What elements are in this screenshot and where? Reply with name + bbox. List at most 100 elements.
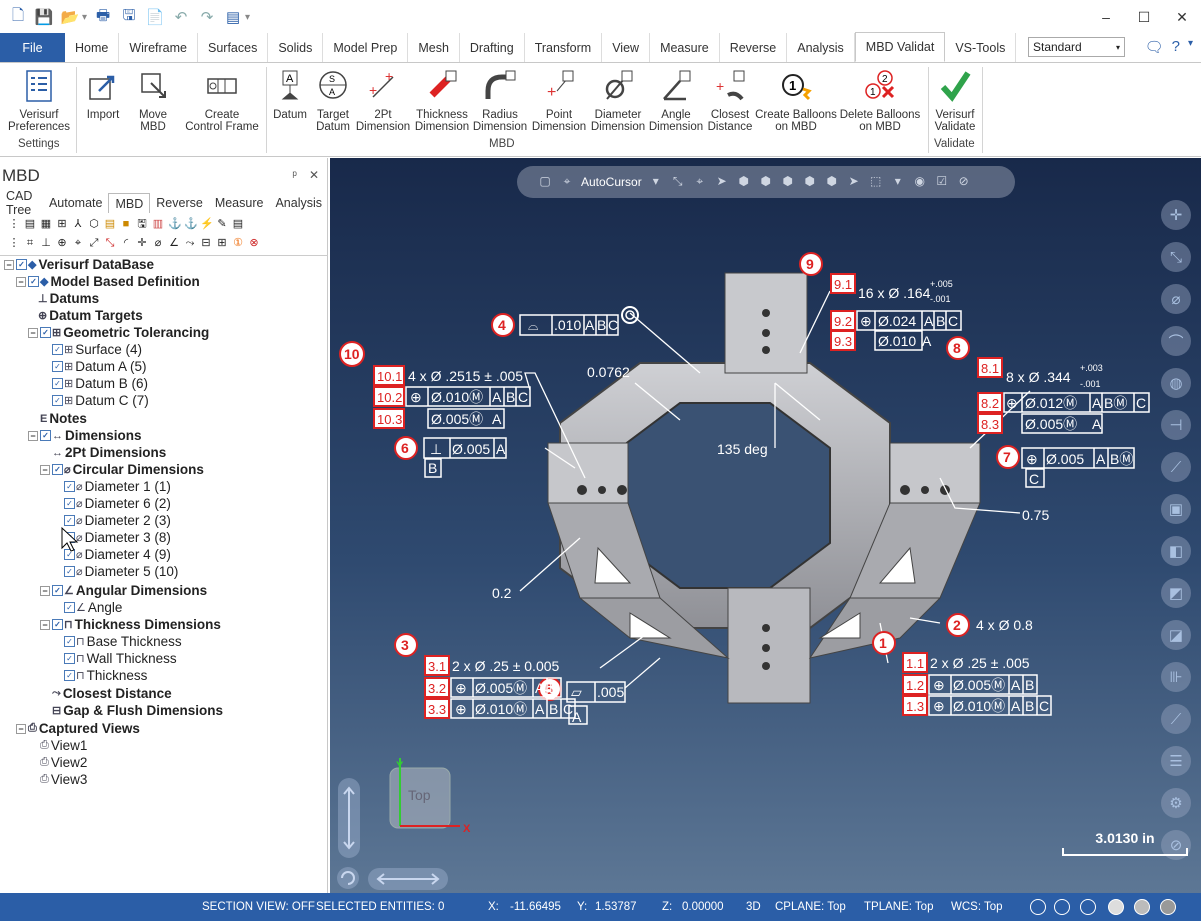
shaded-icon[interactable]: [1108, 899, 1124, 915]
tab-reverse[interactable]: Reverse: [720, 33, 788, 62]
angle-dimension-button[interactable]: Angle Dimension: [648, 67, 704, 133]
diameter-tool-icon[interactable]: ⌀: [1161, 284, 1191, 314]
gdt-icon[interactable]: ⌖: [72, 237, 84, 249]
grid-icon[interactable]: ▦: [40, 218, 52, 230]
chevron-down-icon[interactable]: ▾: [1188, 38, 1193, 56]
checkbox-icon[interactable]: ✓: [52, 361, 63, 372]
tab-vs-tools[interactable]: VS-Tools: [945, 33, 1017, 62]
tree-node-thickness[interactable]: ✓ ⊓ Thickness: [64, 667, 147, 684]
tree-node-2pt-dimensions[interactable]: ↔ 2Pt Dimensions: [52, 444, 166, 461]
balloon-2[interactable]: 2: [946, 613, 970, 637]
tab-drafting[interactable]: Drafting: [460, 33, 525, 62]
zoom-in-icon[interactable]: ✛: [1161, 200, 1191, 230]
verisurf-preferences-button[interactable]: Verisurf Preferences: [8, 67, 70, 133]
mode-status[interactable]: 3D: [746, 901, 761, 913]
layers-tool-icon[interactable]: ☰: [1161, 746, 1191, 776]
checkbox-icon[interactable]: ✓: [64, 498, 75, 509]
checkbox-icon[interactable]: ✓: [64, 515, 75, 526]
collapse-icon[interactable]: −: [40, 585, 50, 596]
save-icon[interactable]: 💾: [34, 7, 54, 27]
color-tool-icon[interactable]: ◩: [1161, 578, 1191, 608]
thickness-dimension-button[interactable]: Thickness Dimension: [413, 67, 471, 133]
wcs-status[interactable]: WCS: Top: [951, 901, 1003, 913]
section-view-status[interactable]: SECTION VIEW: OFF: [202, 901, 315, 913]
cplane-status[interactable]: CPLANE: Top: [775, 901, 846, 913]
dim-icon[interactable]: ⌗: [24, 237, 36, 249]
tree-node-view2[interactable]: ⎙ View2: [40, 754, 87, 771]
render-icon[interactable]: [1160, 899, 1176, 915]
tree-node-diameter-4[interactable]: ✓ ⌀ Diameter 4 (9): [64, 546, 171, 563]
axis-icon[interactable]: ⅄: [72, 218, 84, 230]
2pt-dimension-button[interactable]: + + 2Pt Dimension: [355, 67, 411, 133]
angle-icon[interactable]: ∠: [168, 237, 180, 249]
datum-icon[interactable]: ⊥: [40, 237, 52, 249]
tab-mbd[interactable]: MBD: [108, 193, 151, 213]
section-tool-icon[interactable]: ⊪: [1161, 662, 1191, 692]
tree-node-notes[interactable]: Ε Notes: [40, 410, 87, 427]
paint-tool-icon[interactable]: ◪: [1161, 620, 1191, 650]
doc-icon[interactable]: ▥: [152, 218, 164, 230]
import-button[interactable]: Import: [82, 67, 124, 121]
tree-node-circular-dimensions[interactable]: − ✓ ⌀ Circular Dimensions: [40, 461, 204, 478]
collapse-icon[interactable]: −: [16, 723, 26, 734]
tree-node-view1[interactable]: ⎙ View1: [40, 737, 87, 754]
tree-node-captured-views[interactable]: − ⎙ Captured Views: [16, 720, 140, 737]
checkbox-icon[interactable]: ✓: [52, 585, 63, 596]
dropdown-icon[interactable]: ▾: [82, 12, 87, 23]
tab-measure[interactable]: Measure: [209, 193, 270, 213]
tree-icon[interactable]: ⊞: [56, 218, 68, 230]
checkbox-icon[interactable]: ✓: [64, 566, 75, 577]
new-icon[interactable]: 🗋: [8, 7, 28, 27]
anchor-icon[interactable]: ⚓: [168, 218, 182, 230]
target-datum-button[interactable]: SA Target Datum: [312, 67, 354, 133]
tab-mbd-validate[interactable]: MBD Validat: [854, 32, 946, 62]
point-icon[interactable]: ✛: [136, 237, 148, 249]
sphere-wire-icon[interactable]: [1054, 899, 1070, 915]
pin-icon[interactable]: ᵖ: [292, 168, 297, 182]
tab-automate[interactable]: Automate: [43, 193, 109, 213]
tree-node-diameter-2[interactable]: ✓ ⌀ Diameter 2 (3): [64, 512, 171, 529]
redo-icon[interactable]: ↷: [197, 7, 217, 27]
tree-node-mbd[interactable]: − ✓ ◆ Model Based Definition: [16, 273, 200, 290]
tree-node-datum-targets[interactable]: ⊕ Datum Targets: [38, 307, 143, 324]
tree-node-database[interactable]: − ✓ ◆ Verisurf DataBase: [4, 256, 154, 273]
move-mbd-button[interactable]: Move MBD: [132, 67, 174, 133]
tab-surfaces[interactable]: Surfaces: [198, 33, 269, 62]
frame-icon[interactable]: ⊟: [200, 237, 212, 249]
solid-tool-icon[interactable]: ◧: [1161, 536, 1191, 566]
tree-node-wall-thickness[interactable]: ✓ ⊓ Wall Thickness: [64, 650, 177, 667]
balloon-3[interactable]: 3: [394, 633, 418, 657]
tab-solids[interactable]: Solids: [268, 33, 324, 62]
tree-node-diameter-1[interactable]: ✓ ⌀ Diameter 1 (1): [64, 478, 171, 495]
tab-model-prep[interactable]: Model Prep: [323, 33, 409, 62]
save-as-icon[interactable]: 🖫: [119, 7, 139, 27]
checkbox-icon[interactable]: ✓: [16, 259, 27, 270]
customize-dropdown-icon[interactable]: ▾: [245, 12, 250, 23]
tree-node-datum-c[interactable]: ✓ ⊞ Datum C (7): [52, 392, 149, 409]
gap-icon[interactable]: ⊞: [216, 237, 228, 249]
balloon-6[interactable]: 6: [394, 436, 418, 460]
checkbox-icon[interactable]: ✓: [64, 481, 75, 492]
tab-wireframe[interactable]: Wireframe: [119, 33, 198, 62]
checkbox-icon[interactable]: ✓: [28, 276, 39, 287]
tab-transform[interactable]: Transform: [525, 33, 603, 62]
minimize-button[interactable]: –: [1087, 0, 1125, 34]
balloon-10[interactable]: 10: [339, 341, 365, 367]
tree-node-diameter-6[interactable]: ✓ ⌀ Diameter 6 (2): [64, 495, 171, 512]
balloon-7[interactable]: 7: [996, 445, 1020, 469]
import-icon[interactable]: 📄: [145, 7, 165, 27]
tab-measure[interactable]: Measure: [650, 33, 720, 62]
box-tool-icon[interactable]: ▣: [1161, 494, 1191, 524]
radius-dimension-button[interactable]: Radius Dimension: [472, 67, 528, 133]
tree-node-thickness-dimensions[interactable]: − ✓ ⊓ Thickness Dimensions: [40, 616, 221, 633]
delete-balloons-button[interactable]: 21 Delete Balloons on MBD: [838, 67, 922, 133]
tree-node-diameter-5[interactable]: ✓ ⌀ Diameter 5 (10): [64, 563, 178, 580]
checkbox-icon[interactable]: ✓: [64, 653, 75, 664]
diameter-dimension-button[interactable]: Diameter Dimension: [590, 67, 646, 133]
comment-icon[interactable]: 🗨: [1145, 38, 1164, 56]
open-icon[interactable]: 📂: [60, 7, 80, 27]
globe-icon[interactable]: [1030, 899, 1046, 915]
tplane-status[interactable]: TPLANE: Top: [864, 901, 933, 913]
tree-node-surface[interactable]: ✓ ⊞ Surface (4): [52, 341, 142, 358]
settings-gear-icon[interactable]: ⚙: [1161, 788, 1191, 818]
